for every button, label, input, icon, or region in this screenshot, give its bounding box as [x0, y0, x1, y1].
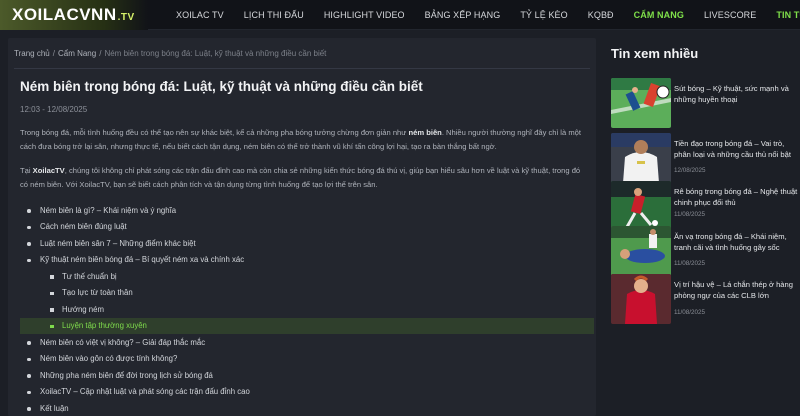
- news-title[interactable]: Rê bóng trong bóng đá – Nghệ thuật chinh…: [674, 186, 798, 208]
- keyword-link[interactable]: ném biên: [408, 128, 441, 137]
- bullet-icon: [27, 341, 31, 345]
- bullet-icon: [27, 374, 31, 378]
- news-thumbnail[interactable]: [611, 133, 671, 183]
- toc-item[interactable]: Những pha ném biên để đời trong lịch sử …: [20, 367, 594, 384]
- logo-text: XOILACVNN: [12, 5, 117, 24]
- toc-item-label: Ném biên là gì? – Khái niệm và ý nghĩa: [40, 205, 177, 215]
- intro-text: Tại: [20, 166, 33, 175]
- logo-tv-suffix: .TV: [117, 12, 135, 23]
- breadcrumb-current: Ném biên trong bóng đá: Luật, kỹ thuật v…: [104, 49, 327, 58]
- news-date: 11/08/2025: [674, 309, 706, 316]
- toc-item-label: Những pha ném biên để đời trong lịch sử …: [40, 370, 213, 380]
- news-title[interactable]: Tiền đạo trong bóng đá – Vai trò, phân l…: [674, 138, 798, 160]
- news-thumbnail[interactable]: [611, 78, 671, 128]
- intro-text: Trong bóng đá, mỗi tình huống đều có thể…: [20, 128, 409, 137]
- article-date: 12:03 - 12/08/2025: [20, 105, 88, 114]
- toc-subitem-active[interactable]: Luyện tập thường xuyên: [20, 317, 594, 334]
- intro-text: , chúng tôi không chỉ phát sóng các trận…: [20, 166, 581, 189]
- toc-item-label: Luyện tập thường xuyên: [62, 321, 147, 331]
- news-item[interactable]: Sút bóng – Kỹ thuật, sức mạnh và những h…: [611, 78, 797, 130]
- brand-link[interactable]: XoilacTV: [33, 166, 65, 175]
- square-bullet-icon: [50, 291, 54, 295]
- logo-area[interactable]: XOILACVNN.TV: [0, 0, 148, 30]
- top-navbar: XOILACVNN.TV XOILAC TV LỊCH THI ĐẤU HIGH…: [0, 0, 800, 30]
- news-thumbnail[interactable]: [611, 181, 671, 231]
- nav-item-livescore[interactable]: LIVESCORE: [704, 10, 756, 20]
- nav-item-xoilac-tv[interactable]: XOILAC TV: [176, 10, 224, 20]
- toc-item-label: Cách ném biên đúng luật: [40, 222, 127, 232]
- toc-item-label: Tạo lực từ toàn thân: [62, 288, 133, 298]
- toc-subitem[interactable]: Hướng ném: [20, 301, 594, 318]
- breadcrumb: Trang chủ / Cẩm Nang / Ném biên trong bóng đ…: [14, 49, 326, 58]
- square-bullet-icon: [50, 275, 54, 279]
- news-date: 11/08/2025: [674, 260, 706, 267]
- toc-item[interactable]: Ném biên là gì? – Khái niệm và ý nghĩa: [20, 202, 594, 219]
- intro-paragraph: Trong bóng đá, mỗi tình huống đều có thể…: [20, 126, 588, 154]
- breadcrumb-separator: /: [99, 49, 102, 58]
- toc-item-label: XoilacTV – Cập nhật luật và phát sóng cá…: [40, 387, 250, 397]
- square-bullet-icon: [50, 308, 54, 312]
- news-item[interactable]: Ăn vạ trong bóng đá – Khái niệm, tranh c…: [611, 226, 797, 278]
- nav-item-news[interactable]: TIN TỨC MỚI: [776, 10, 800, 20]
- news-title[interactable]: Sút bóng – Kỹ thuật, sức mạnh và những h…: [674, 83, 798, 105]
- news-thumbnail[interactable]: [611, 274, 671, 324]
- breadcrumb-separator: /: [52, 49, 55, 58]
- divider: [14, 68, 590, 69]
- toc-item[interactable]: Ném biên có việt vị không? – Giải đáp th…: [20, 334, 594, 351]
- news-thumbnail[interactable]: [611, 226, 671, 276]
- nav-item-odds[interactable]: TỶ LỆ KÈO: [520, 10, 567, 20]
- toc-item[interactable]: Kỹ thuật ném biên bóng đá – Bí quyết ném…: [20, 252, 594, 269]
- bullet-icon: [27, 258, 31, 262]
- toc-subitem[interactable]: Tạo lực từ toàn thân: [20, 285, 594, 302]
- news-date: 12/08/2025: [674, 167, 706, 174]
- article-title: Ném biên trong bóng đá: Luật, kỹ thuật v…: [20, 79, 423, 94]
- toc-item[interactable]: Kết luận: [20, 400, 594, 416]
- toc-item[interactable]: Luật ném biên sân 7 – Những điểm khác bi…: [20, 235, 594, 252]
- nav-item-standings[interactable]: BẢNG XẾP HẠNG: [425, 10, 501, 20]
- bullet-icon: [27, 407, 31, 411]
- toc-item-label: Hướng ném: [62, 304, 104, 314]
- sidebar-title: Tin xem nhiều: [611, 46, 699, 61]
- table-of-contents: Ném biên là gì? – Khái niệm và ý nghĩa C…: [20, 202, 594, 416]
- news-item[interactable]: Vị trí hậu vệ – Lá chắn thép ở hàng phòn…: [611, 274, 797, 326]
- intro-paragraph: Tại XoilacTV, chúng tôi không chỉ phát s…: [20, 164, 588, 192]
- breadcrumb-home[interactable]: Trang chủ: [14, 49, 50, 58]
- toc-subitem[interactable]: Tư thế chuẩn bị: [20, 268, 594, 285]
- bullet-icon: [27, 209, 31, 213]
- bullet-icon: [27, 390, 31, 394]
- breadcrumb-category[interactable]: Cẩm Nang: [58, 49, 96, 58]
- nav-item-schedule[interactable]: LỊCH THI ĐẤU: [244, 10, 304, 20]
- toc-item-label: Tư thế chuẩn bị: [62, 271, 117, 281]
- toc-item-label: Ném biên vào gôn có được tính không?: [40, 354, 178, 364]
- toc-item-label: Kỹ thuật ném biên bóng đá – Bí quyết ném…: [40, 255, 245, 265]
- news-date: 11/08/2025: [674, 211, 706, 218]
- nav-item-guide[interactable]: CẨM NANG: [634, 10, 684, 20]
- bullet-icon: [27, 225, 31, 229]
- site-logo[interactable]: XOILACVNN.TV: [12, 5, 135, 25]
- toc-item[interactable]: Cách ném biên đúng luật: [20, 219, 594, 236]
- nav-item-highlight[interactable]: HIGHLIGHT VIDEO: [324, 10, 405, 20]
- square-bullet-icon: [50, 324, 54, 328]
- bullet-icon: [27, 357, 31, 361]
- toc-item[interactable]: Ném biên vào gôn có được tính không?: [20, 351, 594, 368]
- article-panel: Trang chủ / Cẩm Nang / Ném biên trong bóng đ…: [8, 38, 596, 416]
- bullet-icon: [27, 242, 31, 246]
- news-item[interactable]: Tiền đạo trong bóng đá – Vai trò, phân l…: [611, 133, 797, 185]
- news-title[interactable]: Ăn vạ trong bóng đá – Khái niệm, tranh c…: [674, 231, 798, 253]
- main-nav: XOILAC TV LỊCH THI ĐẤU HIGHLIGHT VIDEO B…: [176, 0, 800, 30]
- toc-item-label: Kết luận: [40, 403, 69, 413]
- popular-news-sidebar: Tin xem nhiều Sút bóng – Kỹ thuật, sức m…: [611, 46, 797, 324]
- nav-item-results[interactable]: KQBĐ: [588, 10, 614, 20]
- toc-item-label: Luật ném biên sân 7 – Những điểm khác bi…: [40, 238, 196, 248]
- toc-item[interactable]: XoilacTV – Cập nhật luật và phát sóng cá…: [20, 384, 594, 401]
- news-title[interactable]: Vị trí hậu vệ – Lá chắn thép ở hàng phòn…: [674, 279, 798, 301]
- toc-item-label: Ném biên có việt vị không? – Giải đáp th…: [40, 337, 206, 347]
